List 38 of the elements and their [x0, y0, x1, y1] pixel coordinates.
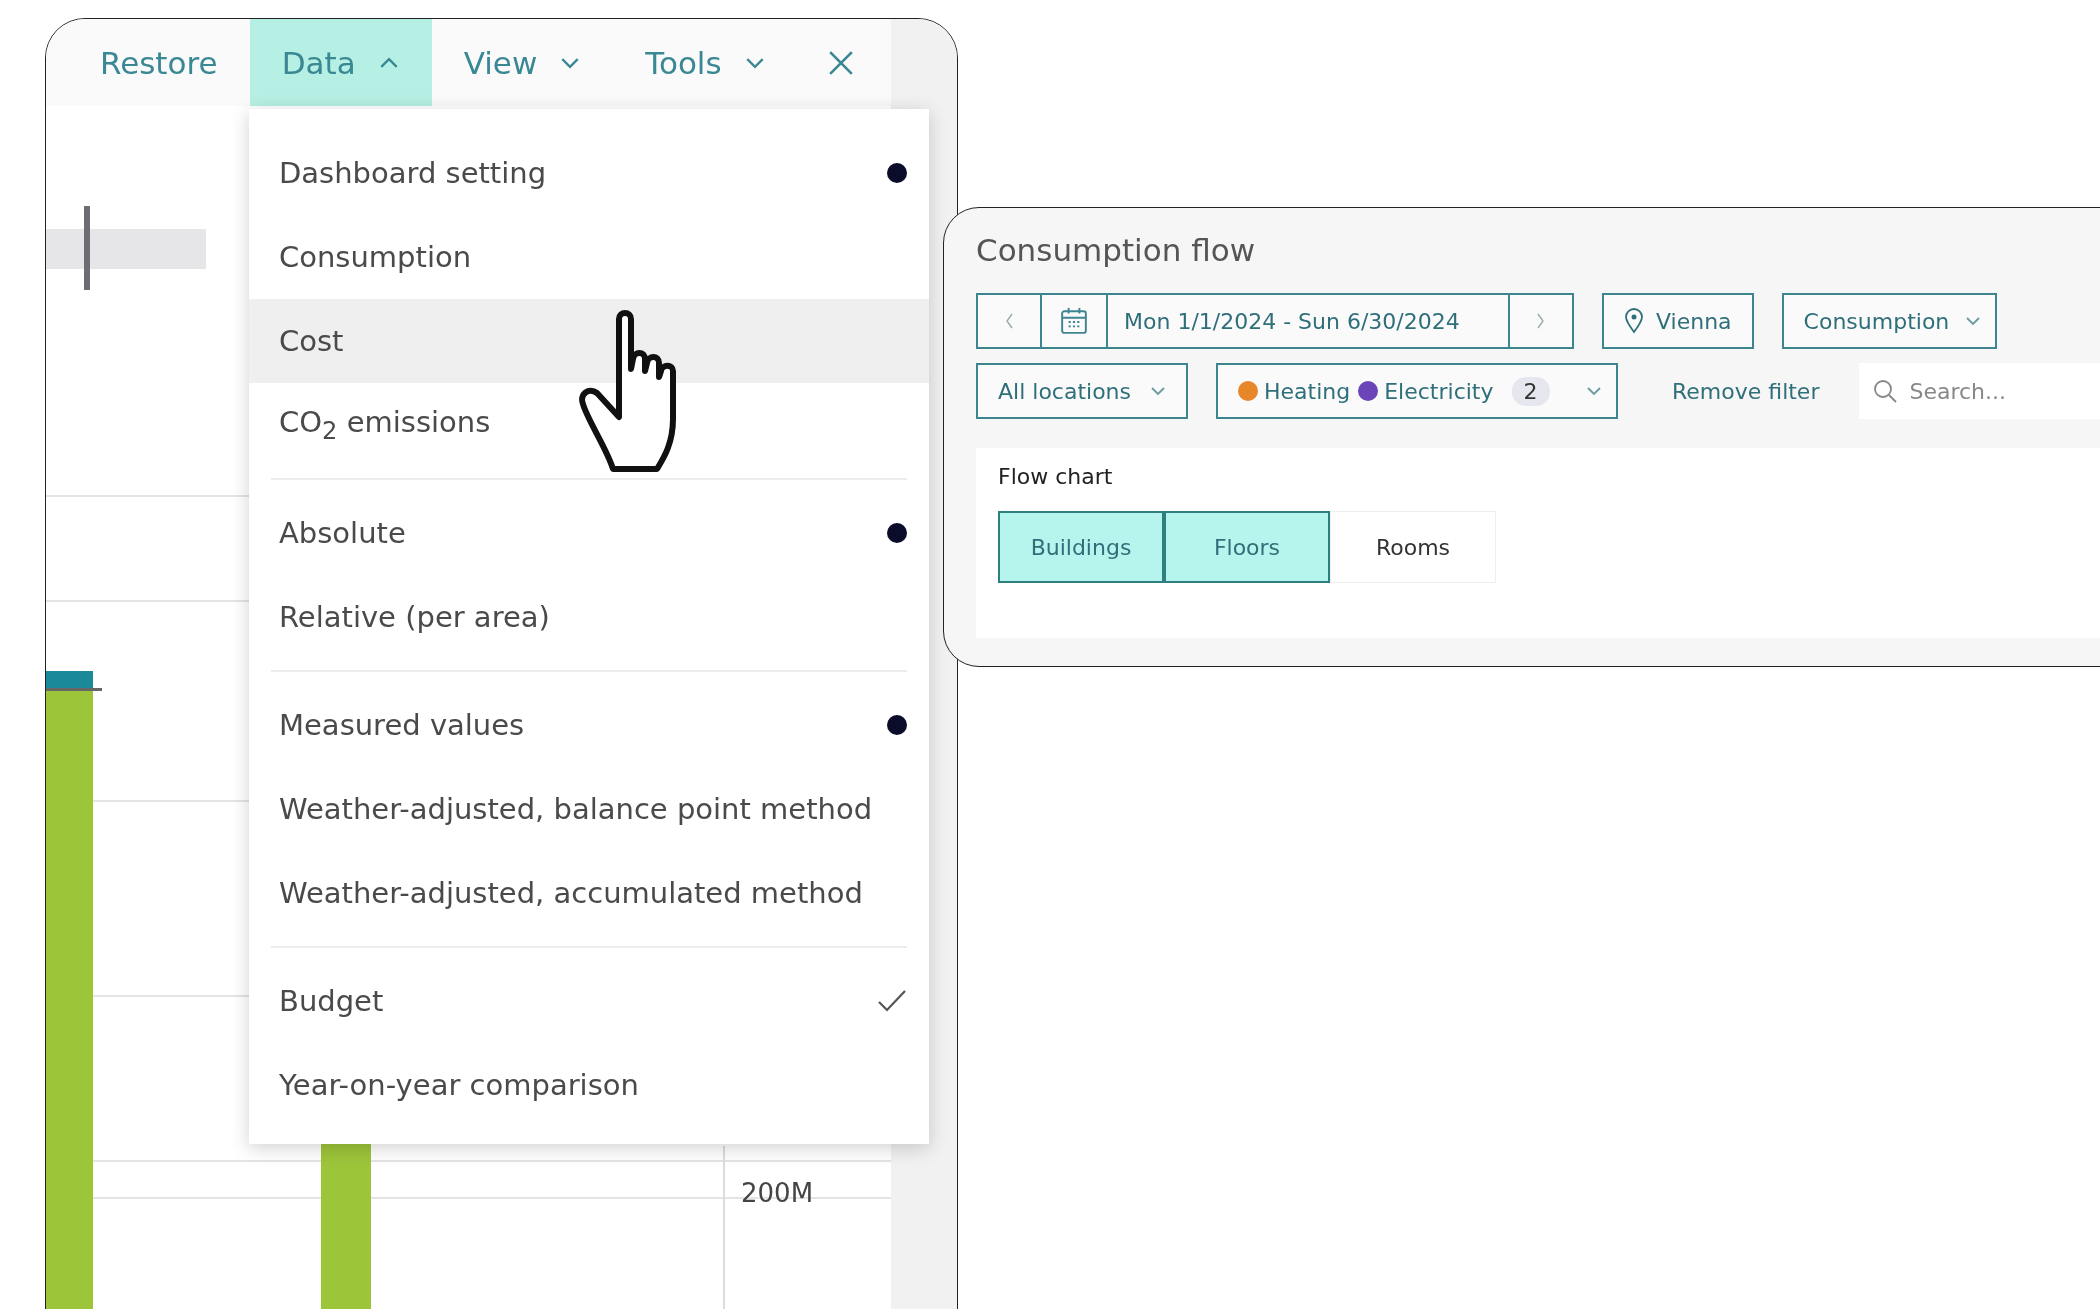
- toolbar-button[interactable]: Restore: [68, 19, 250, 106]
- chevron-icon: [1965, 314, 1982, 328]
- menu-item[interactable]: Budget: [249, 959, 929, 1043]
- location-button[interactable]: Vienna: [1602, 293, 1754, 349]
- level-toggle-button[interactable]: Rooms: [1330, 511, 1496, 583]
- search-field[interactable]: Search...: [1859, 363, 2100, 419]
- count-badge: 2: [1511, 376, 1550, 406]
- menu-tab[interactable]: Tools: [613, 19, 798, 106]
- media-filter-dropdown[interactable]: Heating Electricity 2: [1216, 363, 1618, 419]
- menu-item[interactable]: Weather-adjusted, balance point method: [249, 767, 929, 851]
- close-icon: [827, 49, 854, 76]
- chevron-right-icon: [1536, 312, 1546, 330]
- menu-item[interactable]: Weather-adjusted, accumulated method: [249, 851, 929, 935]
- menu-item[interactable]: Absolute: [249, 491, 929, 575]
- menu-tab[interactable]: View: [431, 19, 614, 106]
- calendar-icon: [1060, 307, 1088, 335]
- menu-item[interactable]: Consumption: [249, 215, 929, 299]
- location-filter-dropdown[interactable]: All locations: [976, 363, 1188, 419]
- chevron-icon: [1586, 384, 1602, 398]
- hand-cursor-icon: [579, 309, 679, 475]
- menu-item[interactable]: Cost: [249, 299, 929, 383]
- menu-item[interactable]: Dashboard setting: [249, 131, 929, 215]
- date-range-text[interactable]: Mon 1/1/2024 - Sun 6/30/2024: [1108, 295, 1508, 347]
- menu-item[interactable]: CO$_{2}$ emissions: [249, 383, 929, 467]
- level-toggle-button[interactable]: Buildings: [998, 511, 1164, 583]
- chevron-left-icon: [1004, 312, 1014, 330]
- chevron-icon: [1150, 384, 1166, 398]
- location-pin-icon: [1624, 308, 1644, 334]
- axis-label: 200M: [741, 1178, 814, 1208]
- remove-filter-link[interactable]: Remove filter: [1660, 378, 1832, 404]
- section-title: Flow chart: [998, 464, 1114, 489]
- search-icon: [1873, 379, 1898, 403]
- level-toggle-button[interactable]: Floors: [1164, 511, 1330, 583]
- menu-item[interactable]: Measured values: [249, 683, 929, 767]
- measure-dropdown[interactable]: Consumption: [1781, 293, 1998, 349]
- menu-item[interactable]: Relative (per area): [249, 575, 929, 659]
- menu-item[interactable]: Year-on-year comparison: [249, 1043, 929, 1127]
- panel-title: Consumption flow: [976, 231, 1256, 270]
